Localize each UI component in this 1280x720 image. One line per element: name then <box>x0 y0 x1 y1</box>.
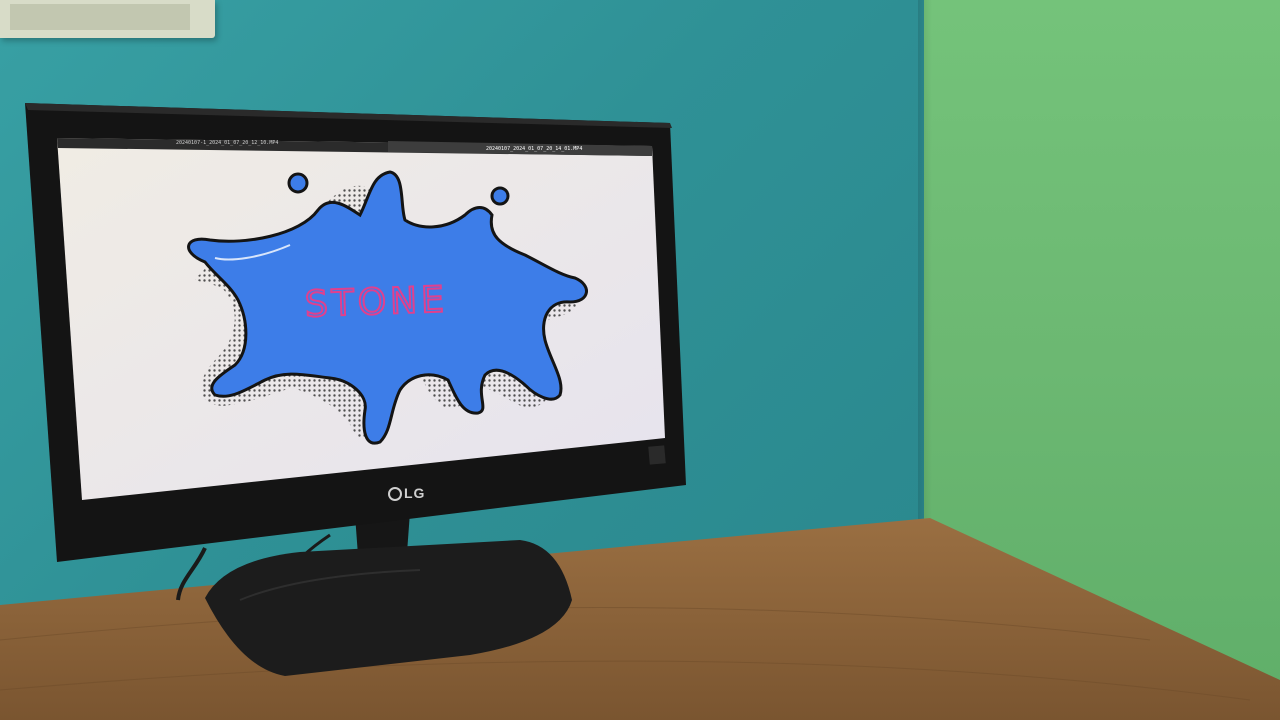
photo-scene: 20240107-1_2024_01_07_20_12_10.MP4 20240… <box>0 0 1280 720</box>
video-tab-2: 20240107_2024_01_07_20_14_01.MP4 <box>486 146 583 152</box>
splash-droplet <box>287 172 309 194</box>
splash-droplet <box>490 186 510 206</box>
lg-logo-icon <box>388 487 402 502</box>
splash-text: STONE <box>303 279 449 327</box>
video-tab-1: 20240107-1_2024_01_07_20_12_10.MP4 <box>176 140 279 146</box>
monitor-brand-logo: LG <box>388 485 425 502</box>
desk <box>0 518 1280 720</box>
monitor-illustration <box>0 103 1280 720</box>
